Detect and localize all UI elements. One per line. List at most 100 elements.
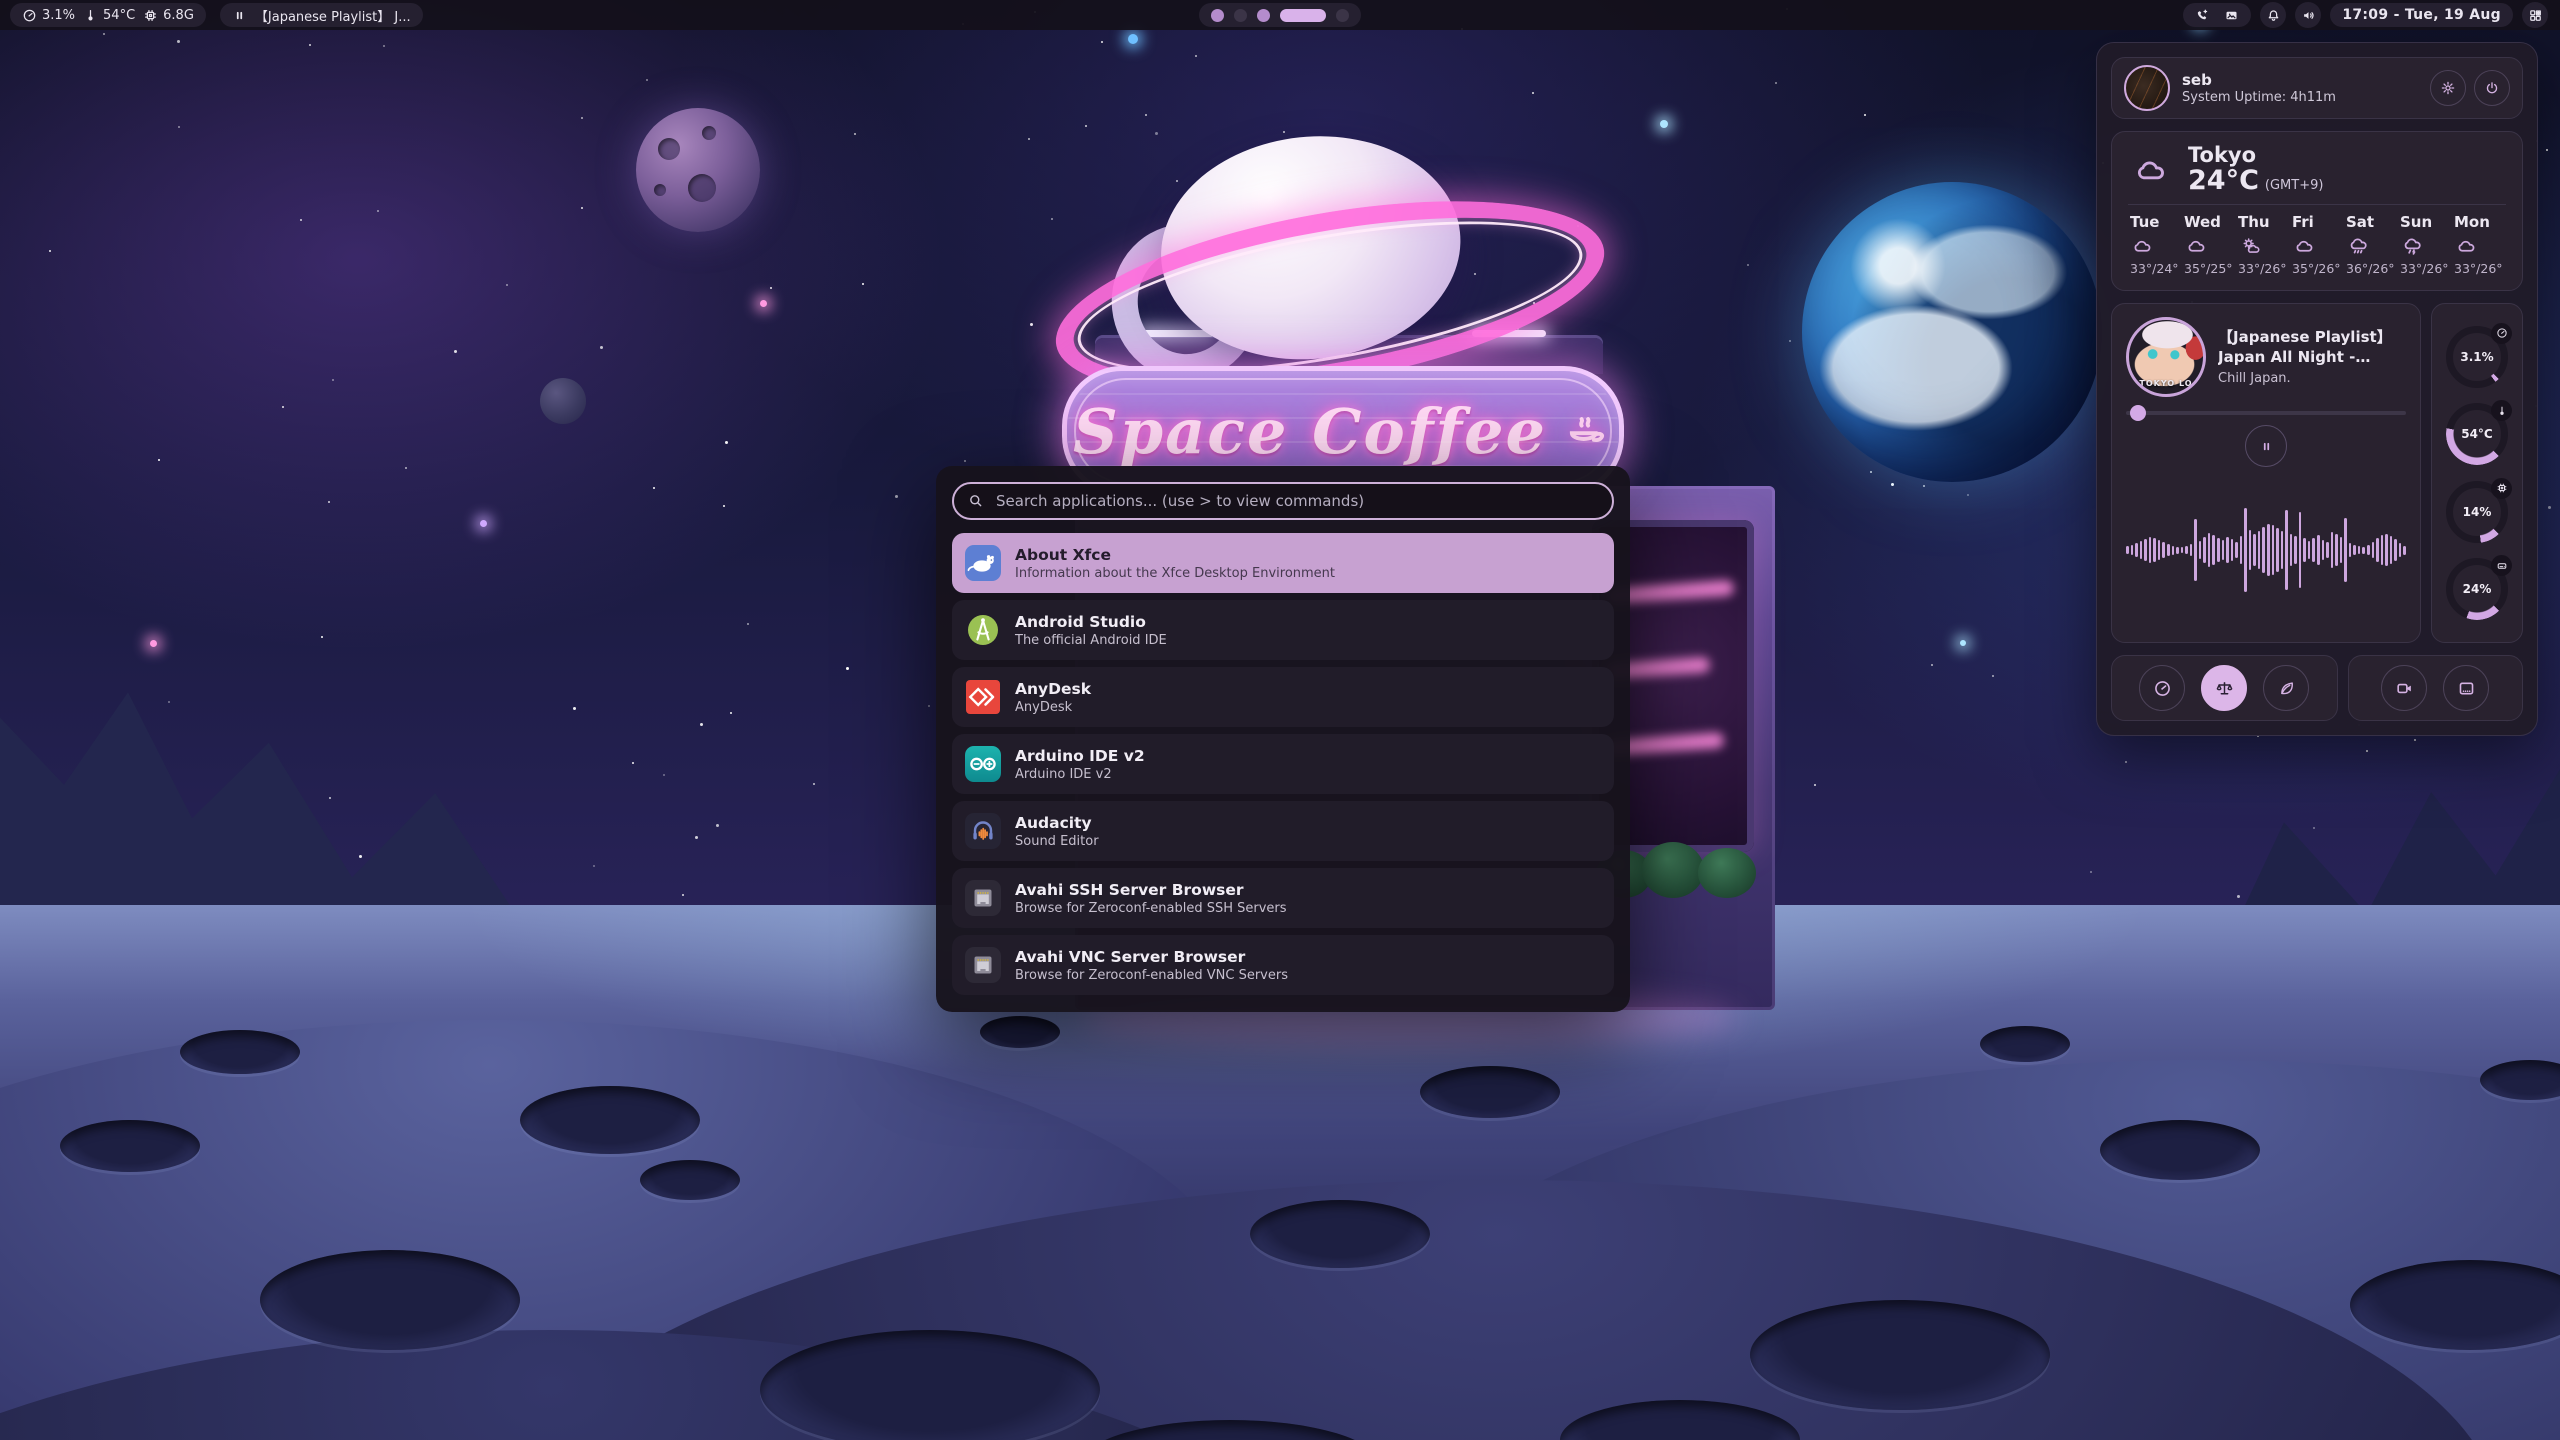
forecast-day-name: Wed — [2184, 213, 2221, 231]
workspace-dot-3[interactable] — [1257, 9, 1270, 22]
forecast-day-name: Fri — [2292, 213, 2314, 231]
power-icon — [2484, 80, 2500, 96]
forecast-temps: 33°/26° — [2400, 261, 2449, 276]
leaf-icon — [2277, 679, 2296, 698]
stat-value: 3.1% — [42, 8, 75, 23]
forecast-day-name: Sun — [2400, 213, 2432, 231]
weather-timezone: (GMT+9) — [2265, 178, 2324, 193]
now-playing-pill[interactable]: 【Japanese Playlist】 J... — [220, 3, 423, 27]
forecast-temps: 36°/26° — [2346, 261, 2395, 276]
workspace-indicator — [1199, 3, 1361, 27]
play-pause-button[interactable] — [2245, 425, 2287, 467]
cloud-icon — [2128, 152, 2174, 188]
stat-value: 54°C — [103, 8, 135, 23]
gauge-thermometer: 54°C — [2446, 403, 2508, 465]
system-stats-pill[interactable]: 3.1% 54°C 6.8G — [10, 3, 206, 27]
app-description: Browse for Zeroconf-enabled VNC Servers — [1015, 968, 1288, 983]
scales-button[interactable] — [2201, 665, 2247, 711]
leaf-button[interactable] — [2263, 665, 2309, 711]
speedometer-icon — [22, 8, 37, 23]
quick-toggles-left — [2111, 655, 2338, 721]
app-title: Android Studio — [1015, 613, 1167, 631]
neon-sign-text: Space Coffee — [1073, 395, 1547, 468]
forecast-day: Sat 36°/26° — [2344, 213, 2398, 276]
app-description: AnyDesk — [1015, 700, 1091, 715]
apps-grid-icon — [2528, 8, 2543, 23]
workspace-dot-2[interactable] — [1234, 9, 1247, 22]
seek-bar[interactable] — [2126, 411, 2406, 415]
album-art: TOKYO LO — [2126, 317, 2206, 397]
forecast-day-name: Sat — [2346, 213, 2374, 231]
videocam-icon — [2395, 679, 2414, 698]
app-list: About Xfce Information about the Xfce De… — [952, 533, 1614, 995]
pause-icon — [232, 8, 247, 23]
stat-value: 6.8G — [163, 8, 194, 23]
track-title: 【Japanese Playlist】 Japan All Night - To… — [2218, 328, 2406, 367]
clock-label: 17:09 - Tue, 19 Aug — [2342, 7, 2501, 23]
gauge-disk: 24% — [2446, 558, 2508, 620]
app-list-item[interactable]: Audacity Sound Editor — [952, 801, 1614, 861]
earth-planet — [1802, 182, 2102, 482]
app-title: Audacity — [1015, 814, 1099, 832]
weather-temperature: 24°C — [2188, 165, 2259, 196]
weather-card: Tokyo 24°C (GMT+9) Tue 33°/24° Wed 35°/25… — [2111, 131, 2523, 291]
forecast-temps: 33°/26° — [2238, 261, 2287, 276]
cpu-icon — [2496, 482, 2508, 494]
username: seb — [2182, 71, 2336, 90]
avatar[interactable] — [2124, 65, 2170, 111]
cloud-icon — [2454, 235, 2479, 257]
thermometer-icon — [83, 8, 98, 23]
forecast-day: Sun 33°/26° — [2398, 213, 2452, 276]
avahi-app-icon — [964, 879, 1002, 917]
clock[interactable]: 17:09 - Tue, 19 Aug — [2330, 3, 2513, 27]
app-list-item[interactable]: AnyDesk AnyDesk — [952, 667, 1614, 727]
cloud-icon — [2130, 235, 2155, 257]
videocam-button[interactable] — [2381, 665, 2427, 711]
app-title: Avahi VNC Server Browser — [1015, 948, 1288, 966]
cpu-icon — [143, 8, 158, 23]
forecast-temps: 35°/26° — [2292, 261, 2341, 276]
workspace-dot-4[interactable] — [1280, 9, 1326, 22]
settings-button[interactable] — [2430, 70, 2466, 106]
gauge-speedometer: 3.1% — [2446, 326, 2508, 388]
speedometer-button[interactable] — [2139, 665, 2185, 711]
app-list-item[interactable]: About Xfce Information about the Xfce De… — [952, 533, 1614, 593]
gauge-cpu: 14% — [2446, 481, 2508, 543]
forecast-day-name: Tue — [2130, 213, 2159, 231]
search-input[interactable] — [952, 482, 1614, 520]
forecast-day: Fri 35°/26° — [2290, 213, 2344, 276]
disk-icon — [2496, 560, 2508, 572]
side-widget-panel: seb System Uptime: 4h11m Tokyo 24°C(GMT+… — [2096, 42, 2538, 736]
audio-visualizer — [2126, 467, 2406, 629]
overview-button[interactable] — [2522, 2, 2548, 28]
app-title: Arduino IDE v2 — [1015, 747, 1145, 765]
stat-cpu: 6.8G — [143, 8, 194, 23]
partly-sunny-icon — [2238, 235, 2263, 257]
system-tray-pill[interactable] — [2183, 3, 2251, 27]
app-list-item[interactable]: Avahi SSH Server Browser Browse for Zero… — [952, 868, 1614, 928]
app-list-item[interactable]: Arduino IDE v2 Arduino IDE v2 — [952, 734, 1614, 794]
tray-phone-icon[interactable] — [2195, 8, 2210, 23]
storm-icon — [2400, 235, 2425, 257]
power-button[interactable] — [2474, 70, 2510, 106]
forecast-day: Wed 35°/25° — [2182, 213, 2236, 276]
screen-button[interactable] — [2443, 665, 2489, 711]
forecast-day: Tue 33°/24° — [2128, 213, 2182, 276]
app-description: Information about the Xfce Desktop Envir… — [1015, 566, 1335, 581]
notifications-button[interactable] — [2260, 2, 2286, 28]
screen-icon — [2457, 679, 2476, 698]
speedometer-icon — [2496, 327, 2508, 339]
app-list-item[interactable]: Android Studio The official Android IDE — [952, 600, 1614, 660]
forecast-day-name: Mon — [2454, 213, 2490, 231]
volume-button[interactable] — [2295, 2, 2321, 28]
app-list-item[interactable]: Avahi VNC Server Browser Browse for Zero… — [952, 935, 1614, 995]
tray-picture-icon[interactable] — [2224, 8, 2239, 23]
workspace-dot-5[interactable] — [1336, 9, 1349, 22]
anydesk-app-icon — [964, 678, 1002, 716]
seek-knob[interactable] — [2130, 405, 2146, 421]
track-subtitle: Chill Japan. — [2218, 371, 2406, 386]
pause-icon — [2259, 439, 2274, 454]
forecast-temps: 33°/24° — [2130, 261, 2179, 276]
workspace-dot-1[interactable] — [1211, 9, 1224, 22]
weather-city: Tokyo — [2188, 144, 2323, 167]
